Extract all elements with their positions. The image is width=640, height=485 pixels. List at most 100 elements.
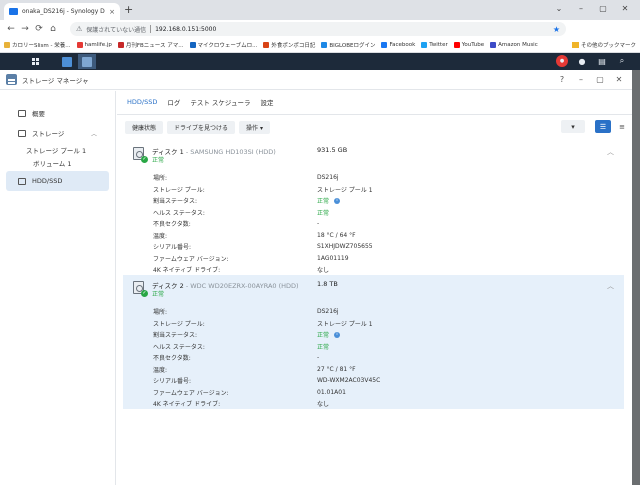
sidebar-item-hdd-ssd[interactable]: HDD/SSD xyxy=(6,171,109,191)
bookmark-item[interactable]: Amazon Music xyxy=(490,42,538,48)
tab-bar: HDD/SSD ログ テスト スケジューラ 設定 xyxy=(117,91,632,115)
sidebar-item-label: HDD/SSD xyxy=(32,177,63,185)
folder-icon xyxy=(571,42,579,48)
healthy-check-icon: ✓ xyxy=(141,290,148,297)
divider xyxy=(150,25,152,33)
bookmark-favicon-icon xyxy=(4,42,10,48)
window-controls: ⌄ – ▢ ✕ xyxy=(548,2,636,16)
chevron-up-icon[interactable]: ︿ xyxy=(607,281,614,291)
sidebar: 概要 ストレージ ︿ ストレージ プール 1 ボリューム 1 HDD/SSD xyxy=(0,91,116,485)
bookmark-item[interactable]: 月刊FBニュース アマ... xyxy=(117,41,184,49)
bookmark-item[interactable]: YouTube xyxy=(453,42,484,48)
address-bar-row: ← → ⟳ ⌂ ⚠ 保護されていない通信 192.168.0.151:5000 … xyxy=(0,20,640,53)
other-bookmarks-folder[interactable]: その他のブックマーク xyxy=(571,41,636,49)
minimize-window-icon[interactable]: – xyxy=(574,75,588,84)
chevron-up-icon[interactable]: ︿ xyxy=(607,147,614,157)
maximize-window-icon[interactable]: ▢ xyxy=(593,75,607,84)
filter-icon[interactable]: ▾ xyxy=(561,120,585,133)
info-icon[interactable]: i xyxy=(334,331,341,338)
chevron-up-icon[interactable]: ︿ xyxy=(91,129,97,138)
bookmark-favicon-icon xyxy=(263,42,270,48)
close-window-icon[interactable]: ✕ xyxy=(612,75,626,84)
main-menu-button[interactable] xyxy=(26,54,44,69)
security-label: 保護されていない通信 xyxy=(86,26,147,34)
hdd-icon xyxy=(18,177,26,185)
sidebar-item-volume[interactable]: ボリューム 1 xyxy=(0,156,115,169)
user-icon[interactable]: ● xyxy=(576,55,588,67)
file-station-icon xyxy=(62,56,72,67)
close-tab-icon[interactable]: × xyxy=(109,8,115,16)
sidebar-item-storage-pool[interactable]: ストレージ プール 1 xyxy=(0,143,115,156)
maximize-icon[interactable]: ▢ xyxy=(592,2,614,16)
detail-view-icon[interactable]: ≡ xyxy=(615,120,629,133)
disk-header: ✓ ディスク 1 - SAMSUNG HD103SI (HDD) 正常 931.… xyxy=(123,141,624,165)
bookmark-favicon-icon xyxy=(189,42,196,48)
detail-row: 場所: DS216j xyxy=(153,174,339,183)
browser-tab-strip: onaka_DS216j - Synology DiskSt × + ⌄ – ▢… xyxy=(0,0,640,20)
disk-capacity: 931.5 GB xyxy=(317,146,348,154)
window-title: ストレージ マネージャ xyxy=(22,76,89,85)
storage-manager-app-icon xyxy=(6,74,17,85)
disk-title: ディスク 1 - SAMSUNG HD103SI (HDD) xyxy=(152,148,276,156)
bookmark-item[interactable]: hamlife.jp xyxy=(76,42,112,48)
bookmarks-bar: カロリーSlism - 栄養... hamlife.jp 月刊FBニュース アマ… xyxy=(0,38,640,53)
action-dropdown-button[interactable]: 操作 ▾ xyxy=(239,120,270,134)
tab-log[interactable]: ログ xyxy=(167,97,180,109)
bookmark-item[interactable]: Facebook xyxy=(381,42,415,48)
storage-manager-window: ストレージ マネージャ ? – ▢ ✕ 概要 ストレージ ︿ ストレージ プール… xyxy=(0,70,632,485)
tab-hdd-ssd[interactable]: HDD/SSD xyxy=(127,98,157,108)
bookmark-star-icon[interactable]: ★ xyxy=(553,25,560,34)
notification-icon[interactable]: ● xyxy=(556,55,568,67)
omnibox[interactable]: ⚠ 保護されていない通信 192.168.0.151:5000 ★ xyxy=(70,22,566,36)
list-view-icon[interactable]: ☰ xyxy=(595,120,611,133)
bookmark-item[interactable]: Twitter xyxy=(421,42,448,48)
back-icon[interactable]: ← xyxy=(4,24,18,34)
detail-row: ヘルス ステータス: 正常 xyxy=(153,209,330,217)
locate-drive-button[interactable]: ドライブを見つける xyxy=(167,120,236,134)
info-icon[interactable]: i xyxy=(334,197,341,204)
search-icon[interactable]: ⌕ xyxy=(616,55,628,67)
toolbar: 健康状態 ドライブを見つける 操作 ▾ ▾ ☰ ≡ xyxy=(117,115,632,139)
disk-title: ディスク 2 - WDC WD20EZRX-00AYRA0 (HDD) xyxy=(152,282,299,290)
health-info-button[interactable]: 健康状態 xyxy=(125,120,164,134)
detail-row: 4K ネイティブ ドライブ: なし xyxy=(153,401,330,409)
reload-icon[interactable]: ⟳ xyxy=(32,24,46,34)
forward-icon[interactable]: → xyxy=(18,24,32,34)
main-panel: HDD/SSD ログ テスト スケジューラ 設定 健康状態 ドライブを見つける … xyxy=(117,91,632,485)
widgets-icon[interactable]: ▤ xyxy=(596,55,608,67)
browser-tab[interactable]: onaka_DS216j - Synology DiskSt × xyxy=(4,3,120,20)
disk-card[interactable]: ✓ ディスク 2 - WDC WD20EZRX-00AYRA0 (HDD) 正常… xyxy=(123,275,624,409)
bookmark-item[interactable]: 外食ポンポコ日記 xyxy=(263,41,315,49)
tab-title: onaka_DS216j - Synology DiskSt xyxy=(22,8,105,15)
file-station-taskbar-button[interactable] xyxy=(58,54,76,69)
home-icon[interactable]: ⌂ xyxy=(46,24,60,34)
sidebar-item-storage[interactable]: ストレージ ︿ xyxy=(6,123,109,143)
detail-row: ストレージ プール: ストレージ プール 1 xyxy=(153,186,373,194)
detail-row: 不良セクタ数: - xyxy=(153,354,320,363)
dsm-taskbar: ● ● ▤ ⌕ xyxy=(0,53,640,70)
disk-card[interactable]: ✓ ディスク 1 - SAMSUNG HD103SI (HDD) 正常 931.… xyxy=(123,141,624,275)
storage-manager-taskbar-button[interactable] xyxy=(78,54,96,69)
bookmark-item[interactable]: BIGLOBEログイン xyxy=(321,41,375,49)
bookmark-item[interactable]: マイクロウェーブムロ... xyxy=(189,41,257,49)
synology-favicon-icon xyxy=(9,8,18,15)
help-icon[interactable]: ? xyxy=(555,75,569,84)
tab-test-scheduler[interactable]: テスト スケジューラ xyxy=(190,97,250,109)
chevron-down-icon[interactable]: ⌄ xyxy=(548,2,570,16)
minimize-icon[interactable]: – xyxy=(570,2,592,16)
grid-icon xyxy=(31,58,39,65)
close-window-icon[interactable]: ✕ xyxy=(614,2,636,16)
detail-row: シリアル番号: S1XHJDWZ705655 xyxy=(153,243,373,252)
detail-row: ファームウェア バージョン: 1AG01119 xyxy=(153,254,349,263)
bookmark-item[interactable]: カロリーSlism - 栄養... xyxy=(4,41,71,49)
warning-icon[interactable]: ⚠ xyxy=(76,25,82,33)
disk-details: 場所: DS216j ストレージ プール: ストレージ プール 1 割当ステータス:… xyxy=(153,306,613,410)
window-title-bar: ストレージ マネージャ ? – ▢ ✕ xyxy=(0,70,632,90)
sidebar-item-overview[interactable]: 概要 xyxy=(6,103,109,123)
url-text[interactable]: 192.168.0.151:5000 xyxy=(155,26,549,33)
new-tab-button[interactable]: + xyxy=(124,4,133,16)
storage-manager-icon xyxy=(82,56,92,67)
tab-settings[interactable]: 設定 xyxy=(260,97,273,109)
storage-icon xyxy=(18,129,26,137)
bookmark-favicon-icon xyxy=(117,42,124,48)
